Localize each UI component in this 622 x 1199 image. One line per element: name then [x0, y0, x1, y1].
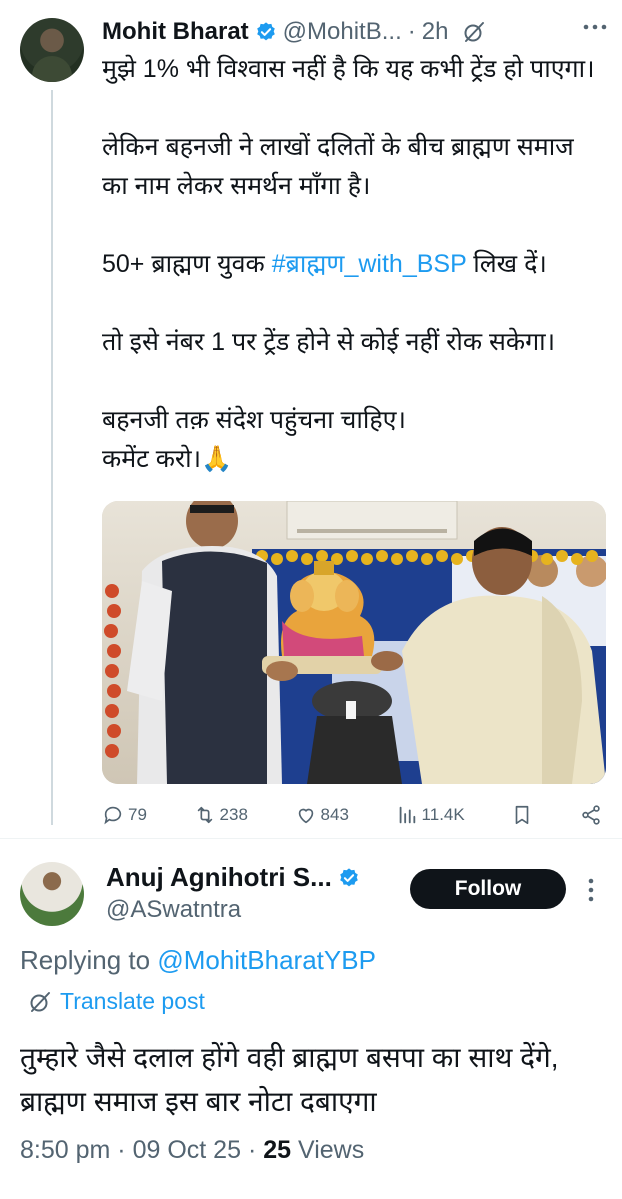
reply-time[interactable]: 8:50 pm [20, 1136, 110, 1164]
reply-author-handle[interactable]: @ASwatntra [106, 896, 241, 924]
replying-prefix: Replying to [20, 945, 158, 975]
reply-text: तुम्हारे जैसे दलाल होंगे वही ब्राह्मण बस… [20, 1042, 559, 1117]
reply-count: 79 [128, 805, 147, 824]
hashtag-suffix: लिख दें। [466, 250, 547, 278]
author-name[interactable]: Mohit Bharat [102, 18, 249, 46]
separator-dot: · [117, 1136, 133, 1164]
more-options-vertical-icon[interactable] [586, 877, 596, 903]
share-button[interactable] [580, 804, 602, 826]
tweet[interactable]: Mohit Bharat @MohitB... · 2h मुझे 1% भी … [0, 0, 622, 832]
grok-icon[interactable] [462, 20, 486, 44]
views-chart-icon [399, 806, 415, 824]
bookmark-icon [516, 805, 529, 825]
tweet-time[interactable]: 2h [422, 18, 449, 46]
like-count: 843 [320, 805, 349, 824]
author-avatar[interactable] [20, 18, 84, 82]
follow-button[interactable]: Follow [410, 869, 566, 909]
repost-button[interactable]: 238 [194, 804, 248, 826]
reply-views-label: Views [291, 1136, 365, 1164]
photo-of-two-people-holding-ganesha-idol-icon [102, 501, 606, 784]
views-count: 11.4K [421, 805, 465, 824]
reply-icon [104, 806, 122, 825]
separator-dot: · [247, 1136, 264, 1164]
more-options-icon[interactable] [582, 22, 608, 32]
tweet-line-hashtag: 50+ ब्राह्मण युवक #ब्राह्मण_with_BSP लिख… [102, 245, 602, 284]
replying-mention-link[interactable]: @MohitBharatYBP [157, 945, 376, 975]
separator-dot: · [407, 18, 416, 45]
reply-author-name-row: Anuj Agnihotri S... [106, 862, 360, 893]
reply-date[interactable]: 09 Oct 25 [133, 1136, 241, 1164]
heart-icon [298, 808, 313, 824]
bookmark-button[interactable] [511, 804, 533, 826]
grok-icon [30, 991, 50, 1012]
tweet-line: तो इसे नंबर 1 पर ट्रेंड होने से कोई नहीं… [102, 328, 556, 356]
verified-badge-icon [256, 22, 275, 41]
repost-icon [197, 806, 212, 824]
tweet-header: Mohit Bharat @MohitB... · 2h [102, 14, 486, 50]
tweet-actions: 79 238 843 11.4K [102, 798, 602, 832]
reply-views-count: 25 [263, 1136, 292, 1164]
divider [0, 838, 622, 839]
hashtag-link[interactable]: #ब्राह्मण_with_BSP [272, 250, 467, 278]
translate-label: Translate post [60, 988, 205, 1014]
tweet-line: कमेंट करो।🙏 [102, 445, 233, 473]
repost-count: 238 [219, 805, 248, 824]
tweet-line: मुझे 1% भी विश्वास नहीं है कि यह कभी ट्र… [102, 55, 595, 83]
views-button[interactable]: 11.4K [396, 804, 465, 826]
reply-author-name[interactable]: Anuj Agnihotri S... [106, 862, 332, 893]
hashtag-prefix: 50+ ब्राह्मण युवक [102, 250, 272, 278]
tweet-image[interactable] [102, 501, 606, 784]
reply-author-avatar[interactable] [20, 862, 84, 926]
share-icon [582, 805, 600, 825]
like-button[interactable]: 843 [295, 804, 349, 826]
tweet-line: बहनजी तक़ संदेश पहुंचना चाहिए। [102, 406, 406, 434]
tweet-line: लेकिन बहनजी ने लाखों दलितों के बीच ब्राह… [102, 133, 574, 200]
reply-button[interactable]: 79 [102, 804, 147, 826]
author-handle[interactable]: @MohitB... [283, 18, 402, 46]
reply-meta: 8:50 pm · 09 Oct 25 · 25 Views [20, 1136, 364, 1165]
translate-post-link[interactable]: Translate post [28, 988, 205, 1015]
tweet-text: मुझे 1% भी विश्वास नहीं है कि यह कभी ट्र… [102, 50, 602, 479]
verified-badge-icon [339, 867, 358, 886]
replying-to: Replying to @MohitBharatYBP [20, 945, 376, 976]
